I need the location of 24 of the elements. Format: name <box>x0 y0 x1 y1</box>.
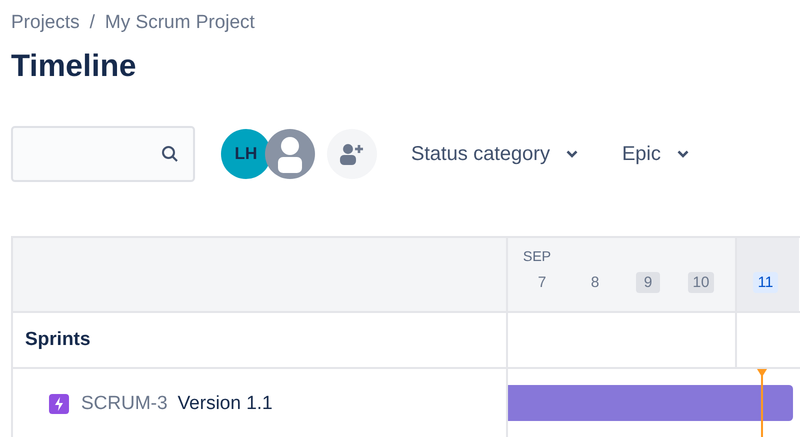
issue-name[interactable]: Version 1.1 <box>178 393 273 415</box>
add-person-icon <box>340 143 364 165</box>
page-title: Timeline <box>11 48 138 84</box>
add-person-button[interactable] <box>327 129 377 179</box>
day-label: 11 <box>752 272 778 293</box>
search-icon <box>161 145 179 163</box>
month-label: SEP <box>523 248 552 266</box>
chevron-down-icon <box>566 150 578 158</box>
lightning-icon <box>49 394 69 414</box>
day-label: 9 <box>636 272 660 293</box>
day-label: 8 <box>590 273 600 293</box>
filter-dropdown[interactable]: Epic <box>612 134 699 174</box>
breadcrumb-separator: / <box>90 12 95 34</box>
section-title: Sprints <box>24 329 90 351</box>
issue-key[interactable]: SCRUM-3 <box>81 393 168 415</box>
filter-dropdown[interactable]: Status category <box>401 134 588 174</box>
search-field[interactable] <box>11 126 195 182</box>
breadcrumb-link[interactable]: Projects <box>11 12 80 34</box>
breadcrumb-link[interactable]: My Scrum Project <box>104 12 255 34</box>
today-marker <box>756 369 768 437</box>
chevron-down-icon <box>676 150 689 158</box>
day-label: 7 <box>536 273 548 293</box>
user-avatar[interactable] <box>265 129 315 179</box>
day-label: 10 <box>688 272 714 293</box>
